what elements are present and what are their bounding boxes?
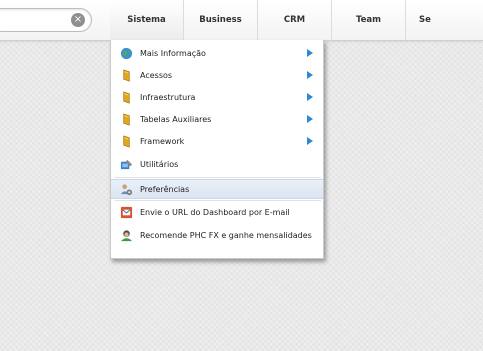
menu-item-label: Infraestrutura (140, 92, 196, 102)
recommend-icon (120, 229, 133, 241)
menu-separator (115, 177, 321, 178)
submenu-arrow-icon (307, 137, 313, 145)
tools-icon (120, 159, 133, 169)
menu-item-mais-informacao[interactable]: Mais Informação (111, 43, 323, 63)
submenu-arrow-icon (307, 71, 313, 79)
email-icon (120, 206, 133, 218)
sistema-dropdown-menu: Mais Informação Acessos Infraestrutura T… (110, 40, 324, 259)
menu-item-label: Framework (140, 136, 185, 146)
nav-item-se[interactable]: Se (406, 0, 446, 40)
search-input[interactable]: × (0, 8, 92, 32)
top-bar: × Sistema Business CRM Team Se (0, 0, 483, 41)
menu-item-recomende-phc[interactable]: Recomende PHC FX e ganhe mensalidades (111, 225, 323, 245)
folder-icon (123, 112, 130, 126)
menu-item-envie-url-email[interactable]: Envie o URL do Dashboard por E-mail (111, 202, 323, 222)
folder-icon (123, 68, 130, 82)
preferences-icon (120, 183, 133, 195)
menu-item-label: Recomende PHC FX e ganhe mensalidades (140, 230, 312, 240)
menu-item-infraestrutura[interactable]: Infraestrutura (111, 87, 323, 107)
main-nav: Sistema Business CRM Team Se (110, 0, 446, 40)
menu-separator (115, 200, 321, 201)
menu-item-acessos[interactable]: Acessos (111, 65, 323, 85)
globe-icon (120, 47, 133, 59)
nav-item-business[interactable]: Business (184, 0, 258, 40)
menu-item-label: Utilitários (140, 159, 179, 169)
folder-icon (123, 90, 130, 104)
menu-item-tabelas-auxiliares[interactable]: Tabelas Auxiliares (111, 109, 323, 129)
menu-item-preferencias[interactable]: Preferências (111, 179, 323, 199)
submenu-arrow-icon (307, 93, 313, 101)
clear-search-icon[interactable]: × (71, 13, 85, 27)
submenu-arrow-icon (307, 49, 313, 57)
menu-item-label: Mais Informação (140, 48, 206, 58)
menu-item-utilitarios[interactable]: Utilitários (111, 154, 323, 174)
nav-item-team[interactable]: Team (332, 0, 406, 40)
menu-item-label: Preferências (140, 184, 190, 194)
nav-item-sistema[interactable]: Sistema (110, 0, 184, 40)
nav-item-crm[interactable]: CRM (258, 0, 332, 40)
menu-item-label: Acessos (140, 70, 173, 80)
folder-icon (123, 134, 130, 148)
menu-item-framework[interactable]: Framework (111, 131, 323, 151)
submenu-arrow-icon (307, 115, 313, 123)
menu-item-label: Envie o URL do Dashboard por E-mail (140, 207, 290, 217)
menu-item-label: Tabelas Auxiliares (140, 114, 212, 124)
